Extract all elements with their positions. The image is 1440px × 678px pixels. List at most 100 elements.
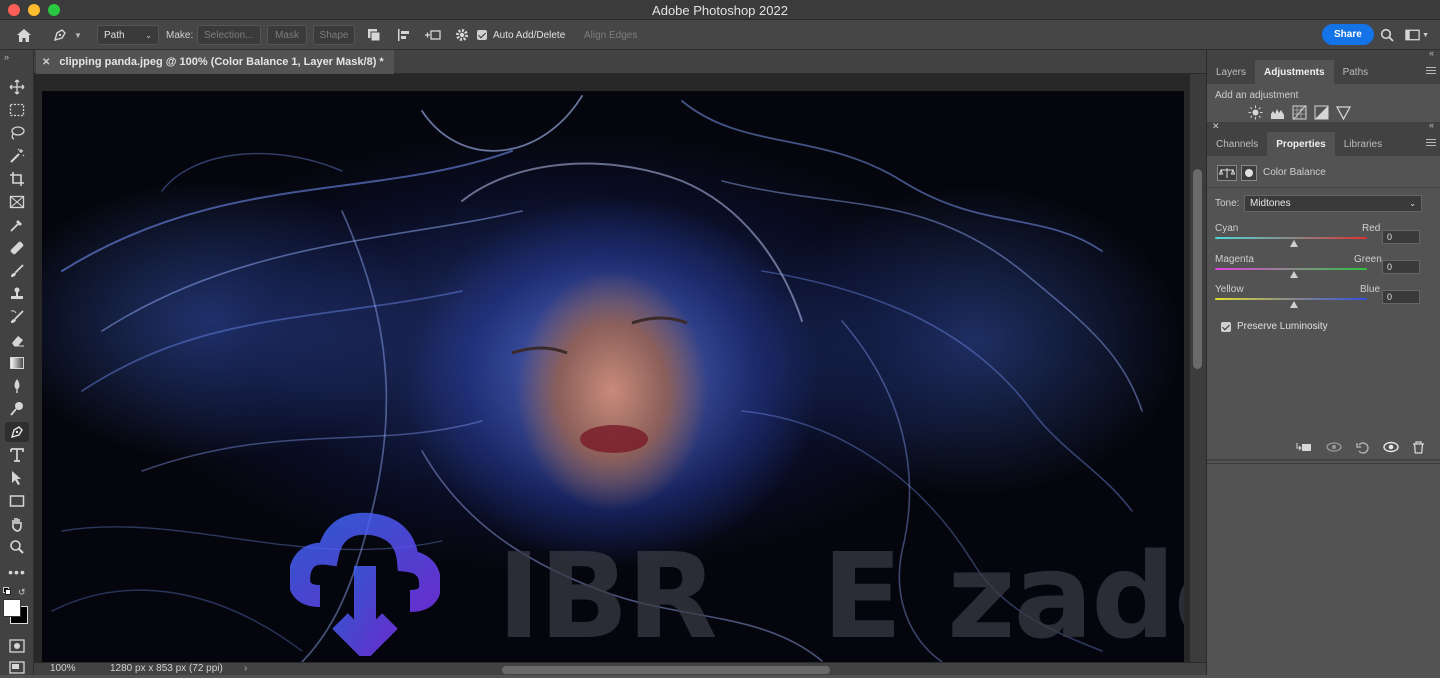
- tab-libraries[interactable]: Libraries: [1335, 132, 1391, 156]
- document-image[interactable]: IBR E zado: [42, 91, 1184, 662]
- adjustment-icons-row: [1248, 105, 1351, 120]
- lasso-tool[interactable]: [5, 123, 29, 143]
- chevron-down-icon: ▼: [1422, 31, 1429, 39]
- share-button[interactable]: Share: [1322, 24, 1374, 45]
- cyan-red-value-field[interactable]: 0: [1382, 230, 1420, 244]
- cyan-red-slider[interactable]: [1215, 237, 1367, 239]
- move-tool[interactable]: [5, 77, 29, 97]
- exposure-icon[interactable]: [1314, 105, 1329, 120]
- edit-toolbar-button[interactable]: •••: [5, 562, 29, 582]
- layer-mask-icon[interactable]: [1241, 165, 1257, 181]
- yellow-blue-slider-thumb[interactable]: [1290, 301, 1298, 308]
- swap-colors-icon[interactable]: ↺: [18, 587, 26, 598]
- tab-paths[interactable]: Paths: [1334, 60, 1378, 84]
- magenta-green-slider[interactable]: [1215, 268, 1367, 270]
- properties-footer: [1207, 435, 1440, 461]
- selection-button[interactable]: Selection...: [197, 25, 261, 45]
- dodge-tool[interactable]: [5, 399, 29, 419]
- view-previous-state-icon[interactable]: [1325, 441, 1343, 453]
- brightness-icon[interactable]: [1248, 105, 1263, 120]
- frame-tool[interactable]: [5, 192, 29, 212]
- home-button[interactable]: [14, 25, 34, 45]
- healing-brush-tool[interactable]: [5, 238, 29, 258]
- collapse-panels-icon[interactable]: «: [1429, 120, 1434, 130]
- tab-layers[interactable]: Layers: [1207, 60, 1255, 84]
- hand-icon: [12, 518, 22, 532]
- panel-menu-icon[interactable]: [1426, 138, 1436, 148]
- yellow-blue-value-field[interactable]: 0: [1382, 290, 1420, 304]
- magenta-green-slider-thumb[interactable]: [1290, 271, 1298, 278]
- blur-tool[interactable]: [5, 376, 29, 396]
- foreground-color-swatch[interactable]: [3, 599, 21, 617]
- tab-channels[interactable]: Channels: [1207, 132, 1267, 156]
- pen-tool[interactable]: [5, 422, 29, 442]
- auto-add-delete-checkbox[interactable]: Auto Add/Delete: [477, 25, 565, 45]
- hand-tool[interactable]: [5, 514, 29, 534]
- tone-select[interactable]: Midtones ⌄: [1244, 195, 1422, 212]
- magenta-green-value-field[interactable]: 0: [1382, 260, 1420, 274]
- rectangle-tool[interactable]: [5, 491, 29, 511]
- window-titlebar: Adobe Photoshop 2022: [0, 0, 1440, 20]
- add-adjustment-label: Add an adjustment: [1215, 90, 1299, 101]
- levels-icon[interactable]: [1270, 105, 1285, 120]
- align-edges-checkbox[interactable]: Align Edges: [584, 25, 637, 45]
- zoom-level[interactable]: 100%: [50, 663, 76, 674]
- type-tool[interactable]: [5, 445, 29, 465]
- path-alignment-button[interactable]: [396, 25, 414, 45]
- window-title: Adobe Photoshop 2022: [652, 3, 788, 18]
- search-button[interactable]: [1380, 25, 1396, 45]
- vertical-scrollbar[interactable]: [1190, 74, 1206, 662]
- mode-select[interactable]: Path ⌄: [97, 25, 159, 45]
- curves-icon[interactable]: [1292, 105, 1307, 120]
- cloud-download-icon: [288, 512, 442, 662]
- panel-menu-icon[interactable]: [1426, 66, 1436, 76]
- mask-button[interactable]: Mask: [267, 25, 307, 45]
- chevron-right-icon[interactable]: ›: [244, 663, 247, 674]
- quick-mask-button[interactable]: [5, 636, 29, 656]
- eyedropper-tool[interactable]: [5, 215, 29, 235]
- settings-button[interactable]: [455, 25, 471, 45]
- shape-button[interactable]: Shape: [313, 25, 355, 45]
- zoom-tool[interactable]: [5, 537, 29, 557]
- workspace-button[interactable]: ▼: [1405, 25, 1429, 45]
- scrollbar-thumb[interactable]: [1193, 169, 1202, 369]
- screen-mode-button[interactable]: [5, 658, 29, 678]
- default-colors-icon[interactable]: [3, 587, 11, 595]
- canvas-area[interactable]: IBR E zado: [34, 74, 1206, 662]
- crop-tool[interactable]: [5, 169, 29, 189]
- document-tab[interactable]: ✕ clipping panda.jpeg @ 100% (Color Bala…: [36, 50, 394, 74]
- document-tab-title: clipping panda.jpeg @ 100% (Color Balanc…: [59, 56, 384, 68]
- marquee-tool[interactable]: [5, 100, 29, 120]
- watermark-logo: [288, 506, 442, 662]
- brush-tool[interactable]: [5, 261, 29, 281]
- pen-tool-preset-picker[interactable]: ▼: [52, 25, 86, 45]
- eye-icon[interactable]: [1383, 441, 1399, 453]
- path-selection-tool[interactable]: [5, 468, 29, 488]
- yellow-blue-slider[interactable]: [1215, 298, 1367, 300]
- cyan-red-slider-thumb[interactable]: [1290, 240, 1298, 247]
- preserve-luminosity-checkbox[interactable]: Preserve Luminosity: [1221, 321, 1328, 332]
- clone-stamp-tool[interactable]: [5, 284, 29, 304]
- eraser-tool[interactable]: [5, 330, 29, 350]
- brush-icon: [11, 264, 24, 277]
- close-icon[interactable]: ✕: [42, 57, 50, 68]
- path-operations-button[interactable]: [366, 25, 384, 45]
- preserve-luminosity-label: Preserve Luminosity: [1237, 321, 1328, 332]
- tab-adjustments[interactable]: Adjustments: [1255, 60, 1334, 84]
- vibrance-icon[interactable]: [1336, 105, 1351, 120]
- trash-icon[interactable]: [1412, 440, 1425, 454]
- magic-wand-tool[interactable]: [5, 146, 29, 166]
- history-brush-tool[interactable]: [5, 307, 29, 327]
- close-icon[interactable]: ✕: [1212, 121, 1220, 132]
- tab-properties[interactable]: Properties: [1267, 132, 1335, 156]
- stamp-icon: [11, 287, 23, 299]
- expand-panel-icon[interactable]: »: [4, 52, 9, 62]
- collapse-panels-icon[interactable]: «: [1429, 48, 1434, 58]
- path-arrangement-button[interactable]: [424, 25, 444, 45]
- path-operations-icon: [368, 29, 381, 42]
- horizontal-scrollbar-thumb[interactable]: [502, 666, 830, 674]
- gradient-icon: [10, 357, 24, 369]
- clip-to-layer-icon[interactable]: [1296, 441, 1312, 453]
- reset-icon[interactable]: [1356, 441, 1370, 454]
- gradient-tool[interactable]: [5, 353, 29, 373]
